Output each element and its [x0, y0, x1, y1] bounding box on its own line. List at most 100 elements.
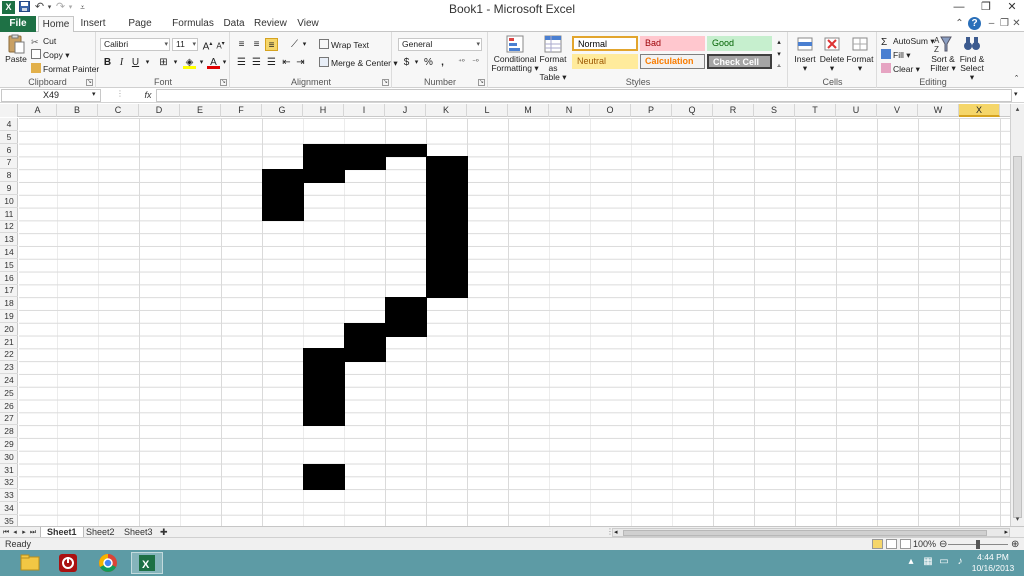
tray-volume-icon[interactable]: ♪: [954, 556, 966, 568]
bold-button[interactable]: B: [101, 56, 114, 69]
comma-button[interactable]: ,: [436, 56, 449, 69]
filled-cell-h24[interactable]: [303, 374, 345, 388]
row-header-33[interactable]: 33: [0, 489, 18, 503]
style-neutral[interactable]: Neutral: [572, 54, 638, 69]
sort-filter-button[interactable]: AZ Sort & Filter ▾: [930, 34, 956, 73]
italic-button[interactable]: I: [115, 56, 128, 69]
filled-cell-h22[interactable]: [303, 348, 345, 363]
row-header-16[interactable]: 16: [0, 272, 18, 285]
insert-cells-button[interactable]: Insert ▾: [792, 34, 818, 73]
paste-button[interactable]: Paste: [3, 34, 29, 64]
column-header-b[interactable]: B: [57, 104, 98, 117]
tab-page-layout[interactable]: Page Layout: [116, 16, 164, 45]
row-header-15[interactable]: 15: [0, 259, 18, 272]
filled-cell-g9[interactable]: [262, 182, 304, 196]
increase-decimal-icon[interactable]: ⁺⁰: [455, 56, 468, 69]
row-header-25[interactable]: 25: [0, 387, 18, 400]
clipboard-launcher-icon[interactable]: ↘: [86, 79, 93, 86]
row-header-10[interactable]: 10: [0, 195, 18, 208]
column-header-a[interactable]: A: [19, 104, 57, 117]
tray-power-icon[interactable]: ▭: [938, 556, 950, 568]
expand-formula-bar-icon[interactable]: ▾: [1014, 90, 1018, 98]
filled-cell-h25[interactable]: [303, 386, 345, 401]
horizontal-scrollbar[interactable]: ◂ ▸: [612, 528, 1010, 537]
filled-cell-j6[interactable]: [385, 143, 427, 158]
decrease-decimal-icon[interactable]: ⁻⁰: [469, 56, 482, 69]
tab-home[interactable]: Home: [38, 16, 74, 33]
filled-cell-g11[interactable]: [262, 207, 304, 222]
row-header-17[interactable]: 17: [0, 284, 18, 298]
underline-dropdown-icon[interactable]: ▾: [141, 56, 154, 69]
scroll-up-icon[interactable]: ▴: [1011, 104, 1024, 116]
font-size-select[interactable]: 11 ▾: [172, 38, 198, 51]
alignment-launcher-icon[interactable]: ↘: [382, 79, 389, 86]
row-header-18[interactable]: 18: [0, 297, 18, 311]
column-header-w[interactable]: W: [918, 104, 959, 117]
merge-center-button[interactable]: Merge & Center ▾: [319, 57, 398, 69]
row-header-28[interactable]: 28: [0, 425, 18, 439]
filled-cell-k13[interactable]: [426, 233, 468, 247]
cut-button[interactable]: ✂ Cut: [31, 35, 56, 47]
filled-cell-j19[interactable]: [385, 310, 427, 324]
align-center-icon[interactable]: ☰: [250, 56, 263, 69]
column-header-u[interactable]: U: [836, 104, 877, 117]
align-left-icon[interactable]: ☰: [235, 56, 248, 69]
find-select-button[interactable]: Find & Select ▾: [958, 34, 986, 82]
number-launcher-icon[interactable]: ↘: [478, 79, 485, 86]
workbook-minimize-icon[interactable]: –: [985, 17, 998, 30]
filled-cell-g8[interactable]: [262, 169, 304, 183]
align-right-icon[interactable]: ☰: [265, 56, 278, 69]
column-header-k[interactable]: K: [426, 104, 467, 117]
restore-icon[interactable]: ❐: [977, 0, 995, 14]
formula-input[interactable]: [156, 89, 1012, 102]
copy-button[interactable]: Copy ▾: [31, 49, 69, 61]
format-cells-button[interactable]: Format ▾: [846, 34, 874, 73]
row-header-12[interactable]: 12: [0, 220, 18, 234]
column-header-g[interactable]: G: [262, 104, 303, 117]
conditional-formatting-button[interactable]: Conditional Formatting ▾: [491, 34, 539, 73]
column-header-p[interactable]: P: [631, 104, 672, 117]
filled-cell-i21[interactable]: [344, 335, 386, 350]
percent-button[interactable]: %: [422, 56, 435, 69]
cell-area[interactable]: [19, 118, 1010, 526]
column-header-f[interactable]: F: [221, 104, 262, 117]
row-header-20[interactable]: 20: [0, 323, 18, 336]
row-header-11[interactable]: 11: [0, 208, 18, 221]
tab-file[interactable]: File: [0, 16, 36, 32]
format-as-table-button[interactable]: Format as Table ▾: [539, 34, 567, 82]
font-color-dropdown-icon[interactable]: ▾: [218, 56, 231, 69]
column-header-e[interactable]: E: [180, 104, 221, 117]
file-explorer-icon[interactable]: [14, 552, 46, 574]
grow-font-icon[interactable]: A▴: [201, 38, 214, 52]
row-header-30[interactable]: 30: [0, 451, 18, 464]
collapse-ribbon-icon[interactable]: ⌃: [1010, 72, 1023, 85]
tray-network-icon[interactable]: ▦: [922, 556, 934, 568]
style-check-cell[interactable]: Check Cell: [707, 54, 772, 69]
decrease-indent-icon[interactable]: ⇤: [280, 56, 293, 69]
column-header-o[interactable]: O: [590, 104, 631, 117]
filled-cell-i22[interactable]: [344, 348, 386, 363]
minimize-ribbon-icon[interactable]: ⌃: [953, 17, 966, 30]
column-header-l[interactable]: L: [467, 104, 508, 117]
filled-cell-k8[interactable]: [426, 169, 468, 183]
align-bottom-icon[interactable]: ≡: [265, 38, 278, 51]
filled-cell-i6[interactable]: [344, 143, 386, 158]
page-break-view-icon[interactable]: [900, 539, 911, 549]
filled-cell-k17[interactable]: [426, 284, 468, 299]
scroll-down-icon[interactable]: ▾: [1011, 514, 1024, 526]
scroll-left-icon[interactable]: ◂: [614, 528, 618, 536]
zoom-slider-knob[interactable]: [976, 540, 980, 549]
name-box-dropdown-icon[interactable]: ▾: [92, 90, 96, 98]
page-layout-view-icon[interactable]: [886, 539, 897, 549]
filled-cell-h6[interactable]: [303, 143, 345, 158]
filled-cell-k15[interactable]: [426, 258, 468, 273]
column-header-v[interactable]: V: [877, 104, 918, 117]
column-header-d[interactable]: D: [139, 104, 180, 117]
filled-cell-i20[interactable]: [344, 322, 386, 337]
column-header-n[interactable]: N: [549, 104, 590, 117]
row-header-23[interactable]: 23: [0, 361, 18, 375]
column-header-q[interactable]: Q: [672, 104, 713, 117]
insert-function-icon[interactable]: fx: [142, 89, 154, 102]
column-header-i[interactable]: I: [344, 104, 385, 117]
font-name-select[interactable]: Calibri ▾: [100, 38, 170, 51]
